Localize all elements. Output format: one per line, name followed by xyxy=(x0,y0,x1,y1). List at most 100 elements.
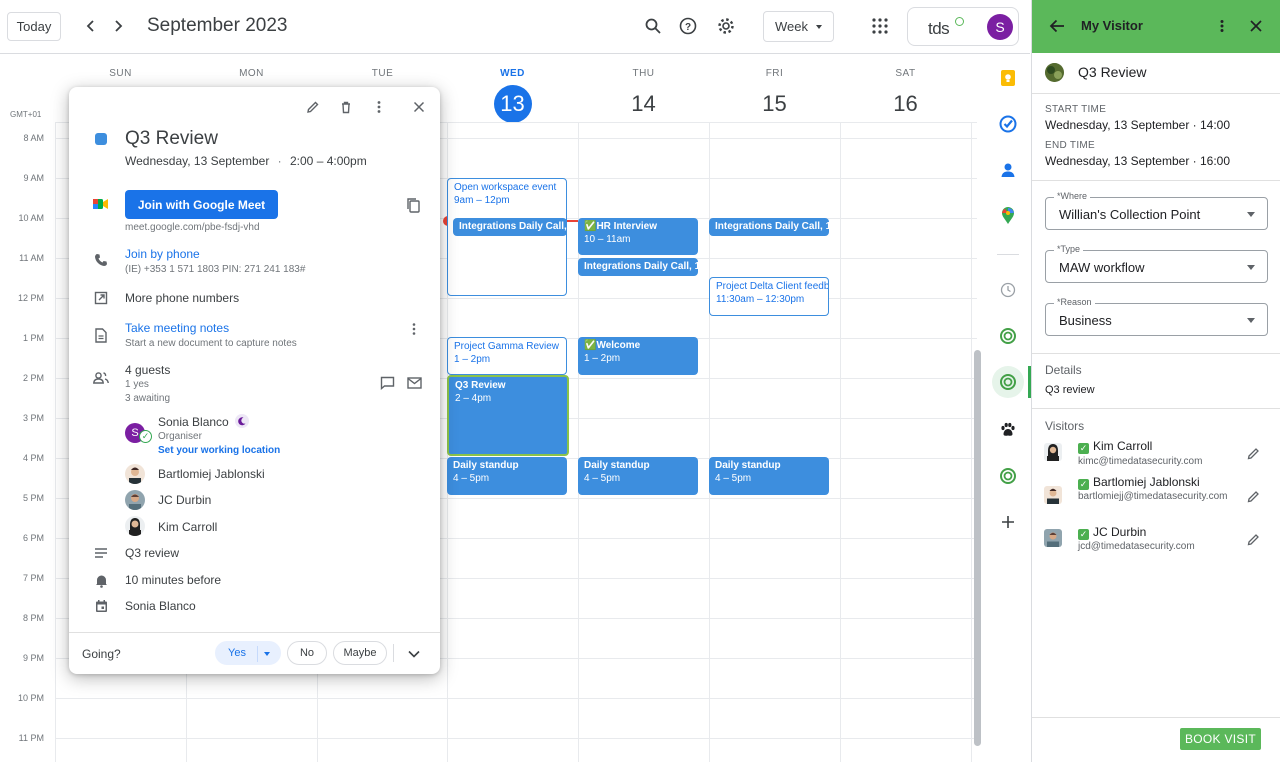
more-vert-icon[interactable] xyxy=(365,93,393,121)
hour-label: 11 AM xyxy=(19,253,44,263)
google-meet-icon xyxy=(91,194,111,214)
calendar-event[interactable]: Project Delta Client feedb 11:30am – 12:… xyxy=(709,277,829,316)
rsvp-yes-label: Yes xyxy=(228,647,246,659)
day-number[interactable]: 15 xyxy=(709,85,840,123)
view-select-label: Week xyxy=(775,19,808,34)
guest-avatar xyxy=(125,464,145,484)
join-by-phone-link[interactable]: Join by phone xyxy=(125,247,200,261)
rsvp-maybe-button[interactable]: Maybe xyxy=(333,641,387,665)
where-label: *Where xyxy=(1054,191,1091,201)
copy-icon[interactable] xyxy=(399,191,427,219)
notes-more-vert-icon[interactable] xyxy=(400,315,428,343)
calendar-event[interactable]: ✅HR Interview 10 – 11am xyxy=(578,218,698,255)
reason-select[interactable]: *Reason Business xyxy=(1045,297,1268,336)
hour-label: 9 AM xyxy=(23,173,44,183)
settings-gear-icon[interactable] xyxy=(712,12,740,40)
hour-label: 7 PM xyxy=(22,573,44,583)
calendar-event[interactable]: Integrations Daily Call, 1 xyxy=(453,218,567,236)
panel-close-icon[interactable] xyxy=(1242,12,1270,40)
hour-label: 8 AM xyxy=(23,133,44,143)
edit-visitor-pencil-icon[interactable] xyxy=(1239,439,1267,467)
join-meet-button[interactable]: Join with Google Meet xyxy=(125,190,278,219)
contacts-icon[interactable] xyxy=(997,159,1019,181)
visitor-name: ✓ Kim Carroll xyxy=(1078,439,1152,454)
set-working-location-link[interactable]: Set your working location xyxy=(158,445,280,456)
side-panel-rail xyxy=(985,54,1031,762)
calendar-event[interactable]: ✅Welcome 1 – 2pm xyxy=(578,337,698,375)
svg-text:?: ? xyxy=(685,22,691,33)
edit-visitor-pencil-icon[interactable] xyxy=(1239,525,1267,553)
visitor-email: bartlomiejj@timedatasecurity.com xyxy=(1078,491,1228,502)
more-phone-numbers-link[interactable]: More phone numbers xyxy=(125,291,239,305)
tasks-icon[interactable] xyxy=(997,113,1019,135)
book-visit-button[interactable]: BOOK VISIT xyxy=(1180,728,1261,750)
day-header[interactable]: THU 14 xyxy=(578,54,709,123)
email-icon[interactable] xyxy=(400,369,428,397)
calendar-event[interactable]: Daily standup 4 – 5pm xyxy=(709,457,829,495)
add-plus-icon[interactable] xyxy=(997,511,1019,533)
day-number[interactable]: 14 xyxy=(578,85,709,123)
calendar-event[interactable]: Integrations Daily Call, 11 xyxy=(578,258,698,276)
type-value: MAW workflow xyxy=(1059,260,1145,275)
calendar-event[interactable]: Daily standup 4 – 5pm xyxy=(447,457,567,495)
take-meeting-notes-link[interactable]: Take meeting notes xyxy=(125,321,229,335)
clock-icon[interactable] xyxy=(997,279,1019,301)
day-number[interactable]: 13 xyxy=(493,85,532,123)
event-title: ✅HR Interview xyxy=(584,221,658,232)
next-week-chevron-icon[interactable] xyxy=(104,12,132,40)
edit-pencil-icon[interactable] xyxy=(299,93,327,121)
account-switcher[interactable]: tds S xyxy=(907,7,1019,46)
type-select[interactable]: *Type MAW workflow xyxy=(1045,244,1268,283)
calendar-event[interactable]: Daily standup 4 – 5pm xyxy=(578,457,698,495)
tds-ring-active-icon[interactable] xyxy=(997,371,1019,393)
maps-pin-icon[interactable] xyxy=(997,205,1019,227)
panel-more-vert-icon[interactable] xyxy=(1208,12,1236,40)
hour-label: 2 PM xyxy=(22,373,44,383)
day-header[interactable]: WED 13 xyxy=(447,54,578,123)
event-title: ✅Welcome xyxy=(584,340,641,351)
search-icon[interactable] xyxy=(639,12,667,40)
day-header[interactable]: FRI 15 xyxy=(709,54,840,123)
calendar-event[interactable]: Project Gamma Review 1 – 2pm xyxy=(447,337,567,375)
meet-link[interactable]: meet.google.com/pbe-fsdj-vhd xyxy=(125,222,260,233)
account-avatar[interactable]: S xyxy=(987,14,1013,40)
paw-icon[interactable] xyxy=(997,419,1019,441)
apps-grid-icon[interactable] xyxy=(866,12,894,40)
day-header[interactable]: SAT 16 xyxy=(840,54,971,123)
delete-trash-icon[interactable] xyxy=(332,93,360,121)
chat-icon[interactable] xyxy=(373,369,401,397)
edit-visitor-pencil-icon[interactable] xyxy=(1239,482,1267,510)
visitor-name-text: Kim Carroll xyxy=(1093,439,1153,453)
guest-name: JC Durbin xyxy=(158,493,212,507)
timezone-label: GMT+01 xyxy=(10,110,42,119)
prev-week-chevron-icon[interactable] xyxy=(77,12,105,40)
guest-role: Organiser xyxy=(158,431,202,442)
view-select[interactable]: Week xyxy=(763,11,834,42)
expand-chevron-icon[interactable] xyxy=(400,640,428,668)
calendar-event-selected[interactable]: Q3 Review 2 – 4pm xyxy=(447,375,569,456)
calendar-top-bar: Today September 2023 ? Week tds S xyxy=(0,0,1030,54)
calendar-event[interactable]: Integrations Daily Call, 10 xyxy=(709,218,829,236)
event-details-popup: Q3 Review Wednesday, 13 September · 2:00… xyxy=(69,87,440,674)
back-arrow-icon[interactable] xyxy=(1043,12,1071,40)
tds-ring-icon[interactable] xyxy=(997,325,1019,347)
check-icon: ✓ xyxy=(1078,479,1089,490)
rsvp-yes-button[interactable]: Yes xyxy=(215,641,281,665)
guest-avatar xyxy=(125,516,145,536)
reason-label: *Reason xyxy=(1054,297,1095,307)
calendar-event[interactable]: Open workspace event 9am – 12pm xyxy=(447,178,567,296)
popup-divider xyxy=(69,632,440,633)
keep-notes-icon[interactable] xyxy=(997,67,1019,89)
day-number[interactable]: 16 xyxy=(840,85,971,123)
event-time: 4 – 5pm xyxy=(715,473,752,484)
tds-ring-icon[interactable] xyxy=(997,465,1019,487)
rsvp-no-button[interactable]: No xyxy=(287,641,327,665)
start-time-label: START TIME xyxy=(1045,104,1107,115)
panel-divider xyxy=(1032,717,1280,718)
close-icon[interactable] xyxy=(405,93,433,121)
where-select[interactable]: *Where Willian's Collection Point xyxy=(1045,191,1268,230)
today-button[interactable]: Today xyxy=(7,12,61,41)
guests-count: 4 guests xyxy=(125,363,171,377)
calendar-scrollbar[interactable] xyxy=(974,350,981,746)
help-icon[interactable]: ? xyxy=(674,12,702,40)
